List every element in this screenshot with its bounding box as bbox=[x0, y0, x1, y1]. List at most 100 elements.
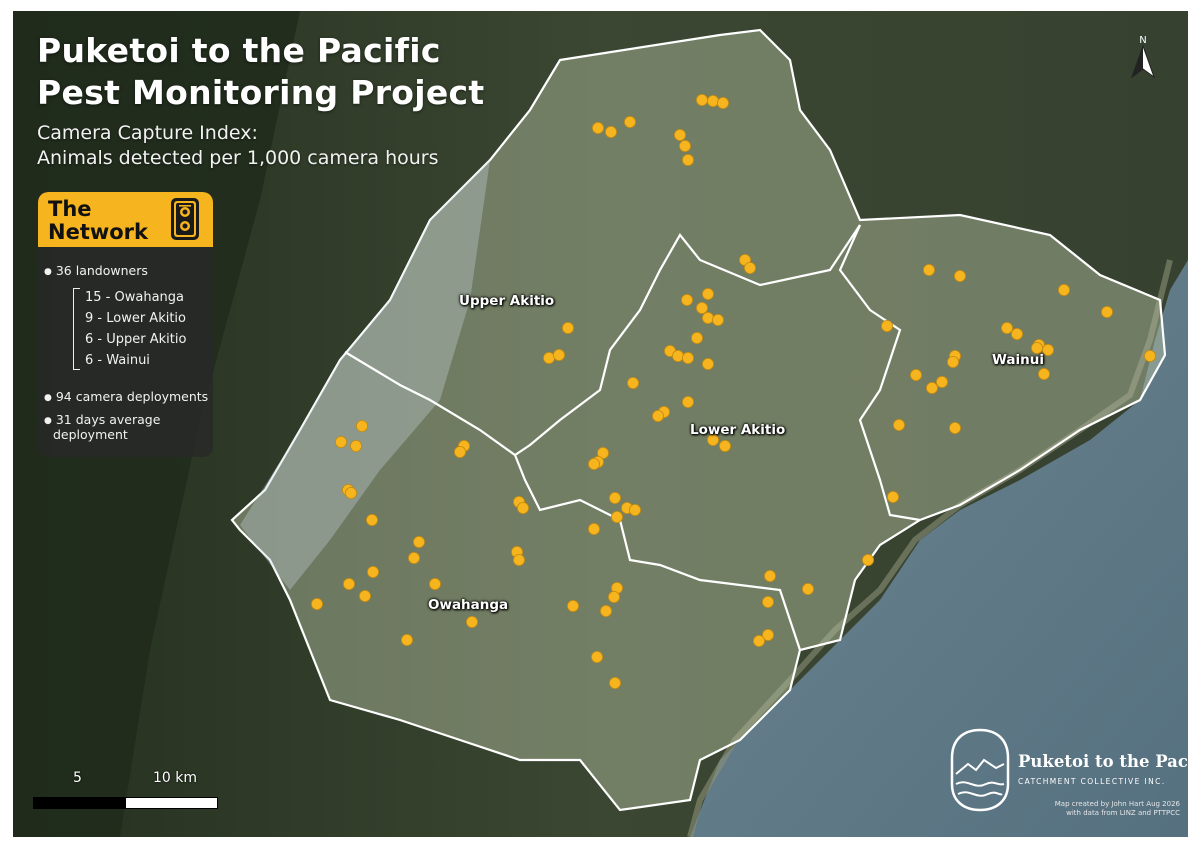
camera-marker[interactable] bbox=[936, 375, 949, 388]
camera-marker[interactable] bbox=[627, 376, 640, 389]
camera-marker[interactable] bbox=[862, 554, 875, 567]
camera-marker[interactable] bbox=[682, 153, 695, 166]
camera-marker[interactable] bbox=[696, 301, 709, 314]
camera-marker[interactable] bbox=[567, 600, 580, 613]
camera-marker[interactable] bbox=[412, 536, 425, 549]
camera-marker[interactable] bbox=[608, 591, 621, 604]
trail-camera-icon bbox=[171, 198, 199, 240]
camera-marker[interactable] bbox=[926, 381, 939, 394]
camera-marker[interactable] bbox=[679, 139, 692, 152]
scale-label-5: 5 bbox=[73, 770, 82, 786]
camera-marker[interactable] bbox=[624, 116, 637, 129]
camera-marker[interactable] bbox=[1144, 349, 1157, 362]
camera-marker[interactable] bbox=[358, 590, 371, 603]
camera-marker[interactable] bbox=[629, 503, 642, 516]
camera-marker[interactable] bbox=[682, 395, 695, 408]
camera-marker[interactable] bbox=[910, 368, 923, 381]
subtitle-line-1: Camera Capture Index: bbox=[37, 122, 258, 144]
camera-marker[interactable] bbox=[753, 635, 766, 648]
camera-marker[interactable] bbox=[702, 357, 715, 370]
camera-marker[interactable] bbox=[893, 418, 906, 431]
title-line-1: Puketoi to the Pacific bbox=[37, 31, 441, 70]
camera-marker[interactable] bbox=[465, 616, 478, 629]
org-subname: CATCHMENT COLLECTIVE INC. bbox=[1018, 777, 1166, 786]
camera-marker[interactable] bbox=[691, 331, 704, 344]
camera-marker[interactable] bbox=[947, 355, 960, 368]
camera-marker[interactable] bbox=[344, 486, 357, 499]
region-label-lower-akitio: Lower Akitio bbox=[690, 422, 786, 438]
camera-marker[interactable] bbox=[682, 351, 695, 364]
camera-marker[interactable] bbox=[355, 419, 368, 432]
legend-average-2: deployment bbox=[53, 427, 128, 442]
camera-marker[interactable] bbox=[334, 435, 347, 448]
camera-marker[interactable] bbox=[802, 583, 815, 596]
legend-owahanga-count: 15 - Owahanga bbox=[85, 290, 184, 305]
camera-marker[interactable] bbox=[453, 445, 466, 458]
camera-marker[interactable] bbox=[1042, 343, 1055, 356]
camera-marker[interactable] bbox=[400, 634, 413, 647]
title-line-2: Pest Monitoring Project bbox=[37, 73, 485, 112]
camera-marker[interactable] bbox=[588, 523, 601, 536]
camera-marker[interactable] bbox=[365, 514, 378, 527]
camera-marker[interactable] bbox=[428, 578, 441, 591]
legend-landowners: 36 landowners bbox=[44, 263, 148, 281]
legend-title: The Network bbox=[48, 198, 168, 244]
camera-marker[interactable] bbox=[611, 510, 624, 523]
camera-marker[interactable] bbox=[407, 552, 420, 565]
north-label: N bbox=[1139, 35, 1146, 46]
map-credit-2: with data from LINZ and PTTPCC bbox=[1066, 809, 1180, 817]
camera-marker[interactable] bbox=[562, 321, 575, 334]
region-label-upper-akitio: Upper Akitio bbox=[459, 293, 555, 309]
camera-marker[interactable] bbox=[881, 319, 894, 332]
camera-marker[interactable] bbox=[1038, 367, 1051, 380]
camera-marker[interactable] bbox=[592, 122, 605, 135]
legend-wainui-count: 6 - Wainui bbox=[85, 353, 150, 368]
camera-marker[interactable] bbox=[1101, 305, 1114, 318]
camera-marker[interactable] bbox=[553, 348, 566, 361]
camera-marker[interactable] bbox=[652, 409, 665, 422]
camera-marker[interactable] bbox=[717, 97, 730, 110]
scale-label-10: 10 km bbox=[153, 770, 198, 786]
camera-marker[interactable] bbox=[310, 598, 323, 611]
camera-marker[interactable] bbox=[342, 578, 355, 591]
catchment-collective-logo bbox=[950, 728, 1010, 812]
region-label-owahanga: Owahanga bbox=[428, 597, 509, 613]
camera-marker[interactable] bbox=[696, 94, 709, 107]
camera-marker[interactable] bbox=[674, 128, 687, 141]
camera-marker[interactable] bbox=[672, 349, 685, 362]
camera-marker[interactable] bbox=[591, 651, 604, 664]
camera-marker[interactable] bbox=[954, 269, 967, 282]
camera-marker[interactable] bbox=[605, 126, 618, 139]
legend-header: The Network bbox=[38, 192, 213, 247]
camera-marker[interactable] bbox=[543, 351, 556, 364]
camera-marker[interactable] bbox=[366, 566, 379, 579]
legend-deployments: 94 camera deployments bbox=[44, 389, 208, 407]
camera-marker[interactable] bbox=[600, 605, 613, 618]
region-label-wainui: Wainui bbox=[992, 352, 1044, 368]
camera-marker[interactable] bbox=[949, 421, 962, 434]
camera-marker[interactable] bbox=[707, 95, 720, 108]
camera-marker[interactable] bbox=[719, 439, 732, 452]
camera-marker[interactable] bbox=[702, 287, 715, 300]
camera-marker[interactable] bbox=[923, 263, 936, 276]
camera-marker[interactable] bbox=[1001, 321, 1014, 334]
legend-upper-akitio-count: 6 - Upper Akitio bbox=[85, 332, 187, 347]
camera-marker[interactable] bbox=[1058, 283, 1071, 296]
legend-title-line-2: Network bbox=[48, 220, 149, 244]
camera-marker[interactable] bbox=[588, 457, 601, 470]
camera-marker[interactable] bbox=[609, 677, 622, 690]
camera-marker[interactable] bbox=[764, 570, 777, 583]
legend-title-line-1: The bbox=[48, 197, 92, 221]
camera-marker[interactable] bbox=[1011, 327, 1024, 340]
camera-marker[interactable] bbox=[517, 501, 530, 514]
camera-marker[interactable] bbox=[349, 439, 362, 452]
camera-marker[interactable] bbox=[712, 313, 725, 326]
camera-marker[interactable] bbox=[681, 293, 694, 306]
camera-marker[interactable] bbox=[744, 261, 757, 274]
camera-marker[interactable] bbox=[702, 311, 715, 324]
camera-marker[interactable] bbox=[762, 596, 775, 609]
legend-lower-akitio-count: 9 - Lower Akitio bbox=[85, 311, 186, 326]
camera-marker[interactable] bbox=[513, 554, 526, 567]
camera-marker[interactable] bbox=[609, 491, 622, 504]
camera-marker[interactable] bbox=[887, 490, 900, 503]
